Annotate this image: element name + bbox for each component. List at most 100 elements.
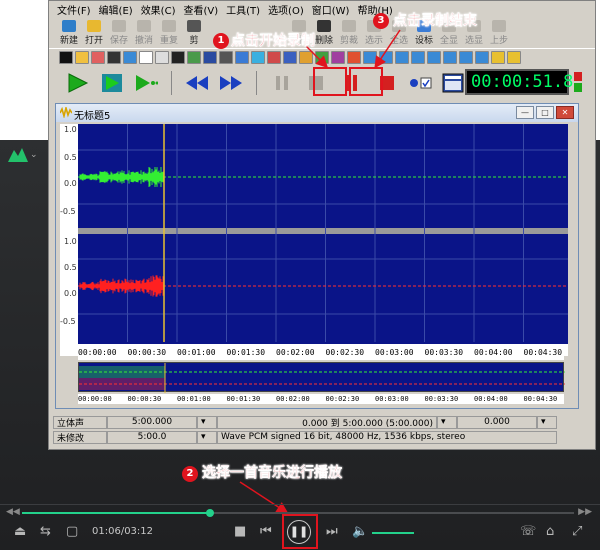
play-to-end-button[interactable]: [131, 70, 161, 96]
main-toolbar: 新建 打开 保存 撤消 重复 剪 替换 删除 剪裁 选示 全选 设标 全显 选显…: [49, 18, 595, 46]
bass-icon[interactable]: [251, 51, 265, 64]
time-tick-label: 00:03:30: [424, 348, 464, 357]
fullscreen-icon[interactable]: ⤢: [572, 524, 582, 539]
delay-icon[interactable]: [283, 51, 297, 64]
record-options-button[interactable]: [407, 70, 435, 96]
mixer-window-button[interactable]: [439, 70, 467, 96]
waveform-canvas[interactable]: 1.0 0.5 0.0 -0.5 1.0 0.5 0.0 -0.5: [60, 124, 568, 356]
phone-icon[interactable]: ☏: [520, 524, 536, 539]
noise-icon[interactable]: [171, 51, 185, 64]
vocal-icon[interactable]: [443, 51, 457, 64]
delete-button[interactable]: 删除: [312, 18, 336, 46]
new-button[interactable]: 新建: [57, 18, 81, 46]
chorus-icon[interactable]: [299, 51, 313, 64]
filter-icon[interactable]: [363, 51, 377, 64]
seek-forward-icon[interactable]: ▶▶: [578, 507, 592, 517]
menu-edit[interactable]: 编辑(E): [99, 1, 141, 17]
treble-icon[interactable]: [267, 51, 281, 64]
seek-back-icon[interactable]: ◀◀: [6, 507, 20, 517]
phaser-icon[interactable]: [331, 51, 345, 64]
overview-waveform[interactable]: [78, 362, 565, 393]
overview-tick-label: 00:02:30: [325, 395, 360, 403]
volume-icon[interactable]: 🔈: [352, 524, 368, 539]
next-track-icon[interactable]: ⏭: [326, 524, 338, 539]
stop-icon[interactable]: ■: [234, 524, 246, 539]
rewind-button[interactable]: [182, 70, 212, 96]
prev-step-icon: [492, 20, 506, 32]
fast-forward-button[interactable]: [216, 70, 246, 96]
playback-progress-handle[interactable]: [205, 509, 214, 517]
tone-icon[interactable]: [459, 51, 473, 64]
lyrics-icon[interactable]: ▢: [66, 524, 78, 539]
waveform-view[interactable]: 1.0 0.5 0.0 -0.5 1.0 0.5 0.0 -0.5: [60, 124, 568, 356]
spectrum-icon[interactable]: [203, 51, 217, 64]
eject-icon[interactable]: ⏏: [14, 524, 26, 539]
highlight-record-stop: [349, 67, 383, 96]
play-button[interactable]: [63, 70, 93, 96]
time-ruler[interactable]: 00:00:00 00:00:30 00:01:00 00:01:30 00:02:00…: [78, 346, 564, 360]
save-button[interactable]: 保存: [107, 18, 131, 46]
playback-progress-bar[interactable]: [22, 509, 574, 517]
compressor-icon[interactable]: [395, 51, 409, 64]
echo-icon[interactable]: [123, 51, 137, 64]
fast-forward-icon: [220, 76, 242, 90]
length-dropdown-icon[interactable]: ▾: [197, 430, 217, 444]
volume-slider[interactable]: [372, 532, 414, 534]
time-tick-label: 00:00:30: [127, 348, 167, 357]
reverse-icon[interactable]: [139, 51, 153, 64]
envelope-icon[interactable]: [155, 51, 169, 64]
trim-label: 剪裁: [339, 36, 358, 46]
flanger-icon[interactable]: [315, 51, 329, 64]
rewind-icon: [186, 76, 208, 90]
player-pause-button[interactable]: ❚❚: [287, 520, 311, 544]
eq-icon[interactable]: [379, 51, 393, 64]
menu-effects[interactable]: 效果(C): [141, 1, 184, 17]
mix-icon[interactable]: [491, 51, 505, 64]
reverb-icon[interactable]: [427, 51, 441, 64]
play-loop-button[interactable]: [97, 70, 127, 96]
speed-icon[interactable]: [235, 51, 249, 64]
transport-pause-disabled-button[interactable]: [267, 70, 297, 96]
silence-icon[interactable]: [59, 51, 73, 64]
document-title: 无标题5: [74, 111, 111, 122]
transport-separator: [171, 71, 172, 95]
menu-options[interactable]: 选项(O): [268, 1, 312, 17]
stretch-icon[interactable]: [187, 51, 201, 64]
undo-button[interactable]: 撤消: [132, 18, 156, 46]
chevron-down-icon[interactable]: ⌄: [30, 150, 38, 160]
player-logo-icon[interactable]: [8, 146, 28, 162]
menu-window[interactable]: 窗口(W): [312, 1, 358, 17]
position-dropdown-icon[interactable]: ▾: [197, 415, 217, 429]
channel-mode-status[interactable]: 立体声: [53, 415, 107, 429]
gate-icon[interactable]: [411, 51, 425, 64]
prev-step-button[interactable]: 上步: [487, 18, 511, 46]
step2-badge: 2: [182, 466, 198, 482]
overview-tick-label: 00:01:30: [226, 395, 261, 403]
fade-icon[interactable]: [107, 51, 121, 64]
extra-value-status: 0.000: [457, 415, 537, 429]
minimize-button[interactable]: —: [516, 106, 534, 119]
menu-tools[interactable]: 工具(T): [226, 1, 268, 17]
normalize-icon[interactable]: [91, 51, 105, 64]
previous-track-icon[interactable]: ⏮: [260, 524, 272, 539]
extra-dropdown-icon[interactable]: ▾: [537, 415, 557, 429]
cut-label: 剪: [189, 36, 199, 46]
menu-view[interactable]: 查看(V): [183, 1, 226, 17]
dtmf-icon[interactable]: [475, 51, 489, 64]
bag-icon[interactable]: ⌂: [546, 524, 554, 539]
pitch-icon[interactable]: [219, 51, 233, 64]
close-button[interactable]: ✕: [556, 106, 574, 119]
maximize-button[interactable]: □: [536, 106, 554, 119]
trim-button[interactable]: 剪裁: [337, 18, 361, 46]
y-tick-top-4: -0.5: [60, 207, 76, 216]
playlist-icon[interactable]: ⇆: [40, 524, 51, 539]
convert-icon[interactable]: [507, 51, 521, 64]
cut-button[interactable]: 剪: [182, 18, 206, 46]
range-dropdown-icon[interactable]: ▾: [437, 415, 457, 429]
distortion-icon[interactable]: [347, 51, 361, 64]
open-button[interactable]: 打开: [82, 18, 106, 46]
menu-file[interactable]: 文件(F): [57, 1, 99, 17]
amplify-icon[interactable]: [75, 51, 89, 64]
transport-separator: [256, 71, 257, 95]
redo-button[interactable]: 重复: [157, 18, 181, 46]
